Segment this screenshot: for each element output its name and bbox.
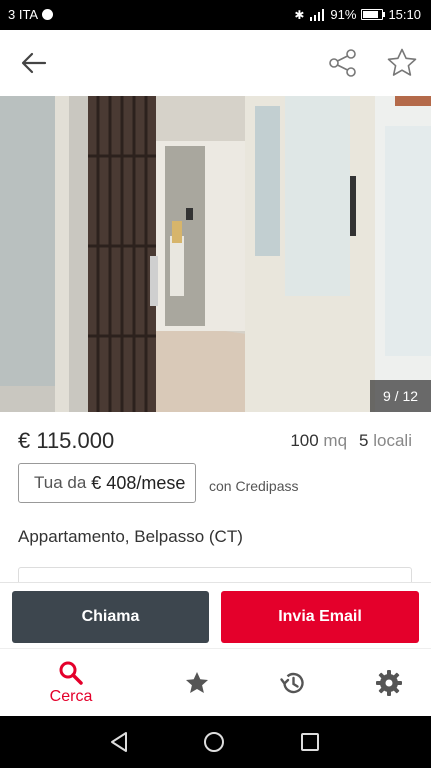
clock: 15:10 (388, 7, 421, 22)
nav-item-history[interactable] (256, 649, 330, 717)
status-right: ✱ 91% 15:10 (294, 7, 421, 22)
send-email-button[interactable]: Invia Email (221, 591, 419, 643)
call-button[interactable]: Chiama (12, 591, 209, 643)
nav-label-search: Cerca (49, 688, 93, 705)
status-left: 3 ITA (8, 7, 54, 22)
nav-item-favorites[interactable] (160, 649, 234, 717)
mortgage-estimate-button[interactable]: Tua da € 408/mese (18, 463, 196, 503)
app-bar (0, 30, 431, 96)
system-navigation-bar (0, 716, 431, 768)
mortgage-partner: con Credipass (209, 478, 299, 494)
area-spec: 100 mq (290, 431, 347, 451)
nav-item-settings[interactable] (352, 649, 426, 717)
favorite-button[interactable] (382, 43, 422, 83)
search-icon (59, 661, 83, 685)
star-icon (186, 672, 208, 693)
area-value: 100 (290, 431, 319, 450)
rooms-unit: locali (373, 431, 412, 450)
listing-specs: 100 mq 5 locali (290, 431, 412, 451)
share-button[interactable] (324, 44, 362, 82)
rooms-spec: 5 locali (359, 431, 412, 451)
arrow-left-icon (21, 52, 47, 74)
history-icon (280, 672, 304, 694)
battery-percent: 91% (330, 7, 357, 22)
mortgage-amount: € 408/mese (91, 472, 186, 493)
nav-item-search[interactable]: Cerca (28, 649, 114, 717)
system-back-icon[interactable] (108, 730, 130, 754)
photo-counter: 9 / 12 (370, 380, 431, 412)
rooms-value: 5 (359, 431, 369, 450)
back-button[interactable] (14, 45, 54, 81)
share-icon (329, 49, 356, 77)
settings-icon (376, 670, 402, 696)
area-unit: mq (323, 431, 348, 450)
listing-title: Appartamento, Belpasso (CT) (18, 527, 243, 546)
system-home-icon[interactable] (203, 731, 225, 753)
vpn-icon (42, 9, 54, 20)
star-outline-icon (387, 48, 417, 76)
status-bar: 3 ITA ✱ 91% 15:10 (0, 0, 431, 30)
room-photo-image (0, 96, 431, 412)
contact-action-bar: Chiama Invia Email (0, 582, 431, 649)
listing-price: € 115.000 (18, 428, 115, 453)
bluetooth-icon: ✱ (294, 7, 305, 22)
mortgage-prefix: Tua da (34, 473, 87, 492)
system-recents-icon[interactable] (300, 732, 320, 752)
carrier-label: 3 ITA (8, 7, 39, 22)
listing-photo[interactable]: 9 / 12 (0, 96, 431, 412)
battery-icon (361, 9, 386, 20)
bottom-navigation: Cerca (0, 648, 431, 717)
signal-icon (310, 8, 325, 21)
